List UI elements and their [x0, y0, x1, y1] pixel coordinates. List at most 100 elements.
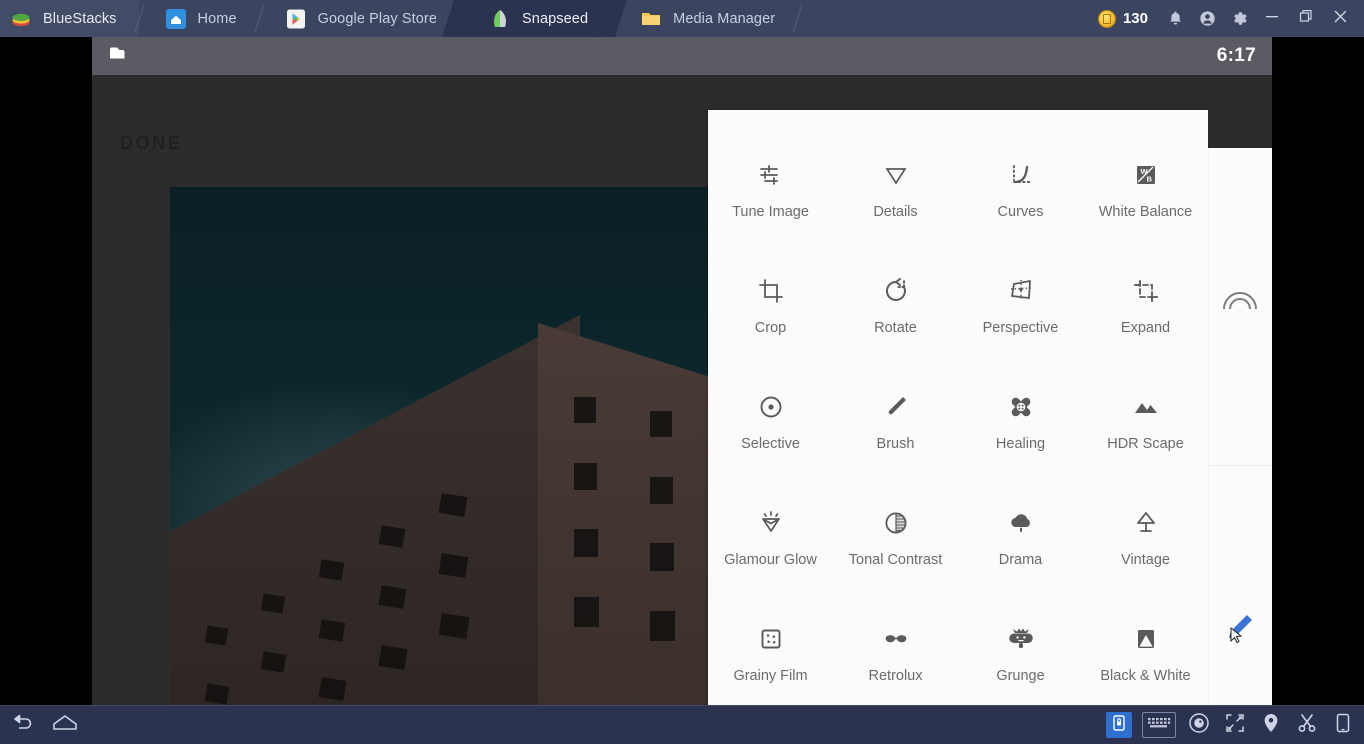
svg-text:B: B [1146, 175, 1152, 184]
rotate-device-button[interactable] [1330, 712, 1356, 738]
brush-icon [881, 386, 911, 428]
healing-bandage-icon [1006, 386, 1036, 428]
moustache-icon [881, 618, 911, 660]
tool-hdr-scape[interactable]: HDR Scape [1083, 372, 1208, 482]
tool-retrolux[interactable]: Retrolux [833, 604, 958, 705]
status-bar-notifications [106, 43, 128, 70]
tool-label: Selective [741, 436, 800, 452]
tool-label: Crop [754, 320, 787, 336]
emulator-left-letterbox [0, 37, 92, 705]
half-circle-contrast-icon [881, 502, 911, 544]
black-white-icon [1131, 618, 1161, 660]
white-balance-icon: W B [1131, 154, 1161, 196]
sliders-icon [756, 154, 786, 196]
taskbar-nav-buttons [10, 712, 78, 738]
tool-drama[interactable]: Drama [958, 488, 1083, 598]
phone-lock-icon [1111, 714, 1127, 737]
tool-expand[interactable]: Expand [1083, 256, 1208, 366]
notifications-button[interactable] [1160, 0, 1190, 37]
minimize-icon [1265, 9, 1279, 28]
tools-grid: Tune Image Details Curves W B White Bala… [708, 110, 1208, 705]
expand-icon [1131, 270, 1161, 312]
tool-perspective[interactable]: Perspective [958, 256, 1083, 366]
tab-label: Snapseed [522, 10, 589, 27]
tool-white-balance[interactable]: W B White Balance [1083, 140, 1208, 250]
tool-label: Vintage [1121, 552, 1170, 568]
tab-label: Home [197, 10, 237, 27]
building-left-face [170, 315, 580, 705]
cut-button[interactable] [1294, 712, 1320, 738]
tool-label: Curves [997, 204, 1044, 220]
tab-home[interactable]: Home [139, 0, 259, 37]
tab-label: Google Play Store [317, 10, 438, 27]
android-status-bar: 6:17 [92, 37, 1272, 75]
coin-balance[interactable]: 130 [1097, 9, 1148, 28]
tool-label: Retrolux [868, 668, 923, 684]
settings-button[interactable] [1224, 0, 1254, 37]
bluestacks-logo-icon [10, 8, 32, 30]
fullscreen-button[interactable] [1222, 712, 1248, 738]
tool-grunge[interactable]: Grunge [958, 604, 1083, 705]
tool-label: Perspective [982, 320, 1059, 336]
diamond-glow-icon [756, 502, 786, 544]
tool-rotate[interactable]: Rotate [833, 256, 958, 366]
crop-icon [756, 270, 786, 312]
titlebar-spacer [797, 0, 1098, 37]
tool-black-and-white[interactable]: Black & White [1083, 604, 1208, 705]
record-button[interactable] [1186, 712, 1212, 738]
tool-label: Details [873, 204, 918, 220]
tab-media-manager[interactable]: Media Manager [610, 0, 797, 37]
tool-label: Tonal Contrast [848, 552, 943, 568]
tool-brush[interactable]: Brush [833, 372, 958, 482]
pen-cursor-icon[interactable] [1222, 610, 1256, 649]
emulator-taskbar [0, 705, 1364, 744]
done-button[interactable]: DONE [120, 133, 182, 154]
tool-selective[interactable]: Selective [708, 372, 833, 482]
minimize-button[interactable] [1256, 0, 1288, 37]
snapseed-tools-panel: Tune Image Details Curves W B White Bala… [708, 110, 1208, 705]
window-title-bar: BlueStacks Home Google Play Store Snapse… [0, 0, 1364, 37]
tool-crop[interactable]: Crop [708, 256, 833, 366]
multi-instance-button[interactable] [1106, 712, 1132, 738]
tool-grainy-film[interactable]: Grainy Film [708, 604, 833, 705]
arc-tool-icon[interactable] [1222, 288, 1258, 315]
tool-tonal-contrast[interactable]: Tonal Contrast [833, 488, 958, 598]
back-button[interactable] [10, 712, 36, 738]
location-button[interactable] [1258, 712, 1284, 738]
mountains-icon [1131, 386, 1161, 428]
location-pin-icon [1261, 712, 1281, 739]
tool-vintage[interactable]: Vintage [1083, 488, 1208, 598]
snapseed-editor-canvas: DONE Tune Image Details Curves W B White… [92, 75, 1272, 705]
close-icon [1333, 9, 1348, 29]
cloud-rain-icon [1006, 502, 1036, 544]
maximize-button[interactable] [1290, 0, 1322, 37]
snapseed-right-rail [1208, 148, 1272, 705]
tool-details[interactable]: Details [833, 140, 958, 250]
tool-label: Rotate [874, 320, 917, 336]
tab-label: Media Manager [673, 10, 776, 27]
home-button[interactable] [52, 712, 78, 738]
gear-icon [1231, 10, 1248, 27]
tab-google-play-store[interactable]: Google Play Store [259, 0, 459, 37]
tool-glamour-glow[interactable]: Glamour Glow [708, 488, 833, 598]
curves-icon [1006, 154, 1036, 196]
keyboard-button[interactable] [1142, 712, 1176, 738]
account-button[interactable] [1192, 0, 1222, 37]
tab-snapseed[interactable]: Snapseed [459, 0, 611, 37]
tab-bluestacks[interactable]: BlueStacks [0, 0, 139, 37]
building-right-face [538, 323, 732, 705]
rail-divider [1208, 465, 1272, 466]
back-arrow-icon [11, 713, 35, 738]
tool-tune-image[interactable]: Tune Image [708, 140, 833, 250]
home-app-icon [165, 8, 187, 30]
tool-curves[interactable]: Curves [958, 140, 1083, 250]
perspective-icon [1006, 270, 1036, 312]
tool-label: Expand [1120, 320, 1171, 336]
fullscreen-icon [1224, 712, 1246, 739]
close-button[interactable] [1324, 0, 1356, 37]
tool-healing[interactable]: Healing [958, 372, 1083, 482]
tool-label: Grainy Film [733, 668, 808, 684]
edited-photo[interactable] [170, 187, 732, 705]
tool-label: Brush [876, 436, 915, 452]
rotate-icon [881, 270, 911, 312]
